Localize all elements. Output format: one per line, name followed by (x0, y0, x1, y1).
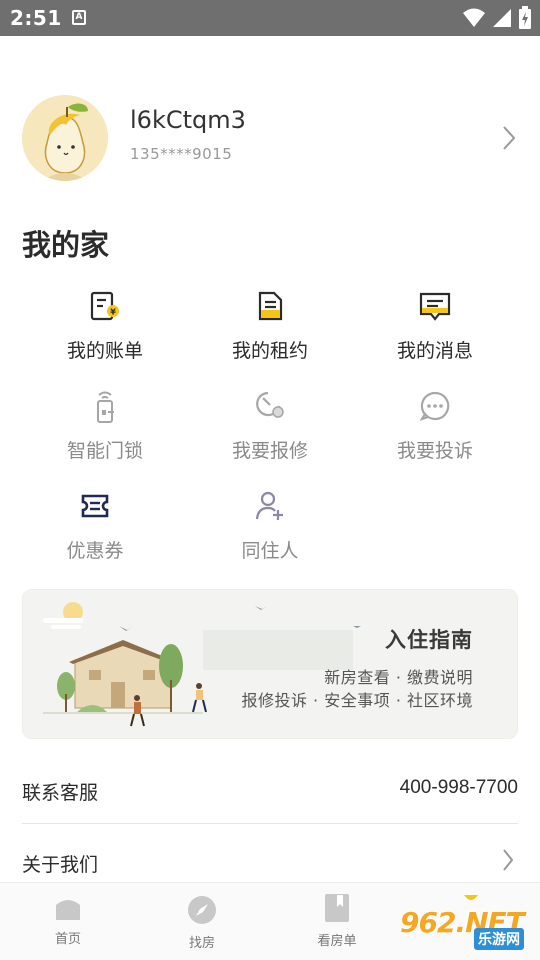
chevron-right-icon[interactable] (502, 125, 516, 151)
grid-item-label: 同住人 (241, 540, 299, 562)
move-in-guide-banner[interactable]: 入住指南 新房查看 · 缴费说明 报修投诉 · 安全事项 · 社区环境 (22, 589, 518, 739)
compass-icon (188, 896, 216, 924)
watermark-site: 乐游网 (474, 928, 524, 950)
tab-label: 找房 (188, 936, 215, 951)
grid-item-label: 我的账单 (66, 340, 143, 362)
username: l6kCtqm3 (130, 106, 246, 134)
complaint-icon (419, 391, 450, 421)
customer-service-label: 联系客服 (22, 782, 99, 804)
site-watermark-logo: 962.NET 乐游网 (396, 900, 536, 956)
customer-service-row[interactable]: 联系客服 400-998-7700 (22, 760, 518, 820)
grid-item-repair[interactable]: 我要报修 (195, 388, 345, 463)
lease-icon (258, 291, 283, 321)
customer-service-phone[interactable]: 400-998-7700 (400, 777, 518, 799)
coupon-icon (81, 494, 109, 518)
battery-icon (519, 6, 531, 29)
grid-item-lease[interactable]: 我的租约 (195, 288, 345, 363)
repair-icon (256, 391, 284, 418)
message-icon (419, 292, 451, 321)
profile-header[interactable]: l6kCtqm3 135****9015 (0, 92, 540, 186)
chevron-right-icon (503, 849, 514, 871)
grid-item-complaint[interactable]: 我要投诉 (360, 388, 510, 463)
grid-item-label: 智能门锁 (66, 440, 143, 462)
status-bar: 2:51 A (0, 0, 540, 36)
smart-lock-icon (97, 391, 114, 423)
svg-text:¥: ¥ (110, 308, 116, 317)
grid-item-cohabitant[interactable]: 同住人 (195, 488, 345, 563)
tab-label: 首页 (54, 932, 81, 947)
about-us-label: 关于我们 (22, 854, 99, 876)
cellular-signal-icon (493, 9, 511, 27)
notification-a-icon: A (72, 10, 86, 25)
cohabitant-icon (255, 491, 283, 520)
home-icon (56, 900, 80, 920)
tab-find-house[interactable]: 找房 (152, 895, 252, 951)
wifi-icon (463, 8, 485, 27)
tab-label: 看房单 (317, 934, 357, 949)
tab-viewing-list[interactable]: 看房单 (287, 893, 387, 949)
section-title-my-home: 我的家 (22, 228, 110, 262)
avatar-pear-illustration (22, 95, 108, 181)
banner-line-1: 新房查看 · 缴费说明 (324, 668, 473, 687)
banner-line-2: 报修投诉 · 安全事项 · 社区环境 (241, 691, 473, 710)
grid-item-label: 我要投诉 (396, 440, 473, 462)
divider (22, 823, 518, 824)
grid-item-label: 我的消息 (396, 340, 473, 362)
tab-home[interactable]: 首页 (18, 893, 118, 947)
user-phone: 135****9015 (130, 145, 233, 163)
grid-item-bill[interactable]: ¥ 我的账单 (30, 288, 180, 363)
grid-item-label: 我的租约 (231, 340, 308, 362)
bill-icon: ¥ (90, 291, 119, 321)
grid-item-smart-lock[interactable]: 智能门锁 (30, 388, 180, 463)
grid-item-label: 我要报修 (231, 440, 308, 462)
status-time: 2:51 (10, 6, 62, 30)
grid-item-message[interactable]: 我的消息 (360, 288, 510, 363)
grid-item-coupon[interactable]: 优惠券 (20, 488, 170, 563)
banner-title: 入住指南 (385, 628, 473, 652)
avatar[interactable] (22, 95, 108, 181)
bookmark-icon (325, 894, 349, 922)
grid-item-label: 优惠券 (66, 540, 124, 562)
system-icons (462, 6, 532, 30)
